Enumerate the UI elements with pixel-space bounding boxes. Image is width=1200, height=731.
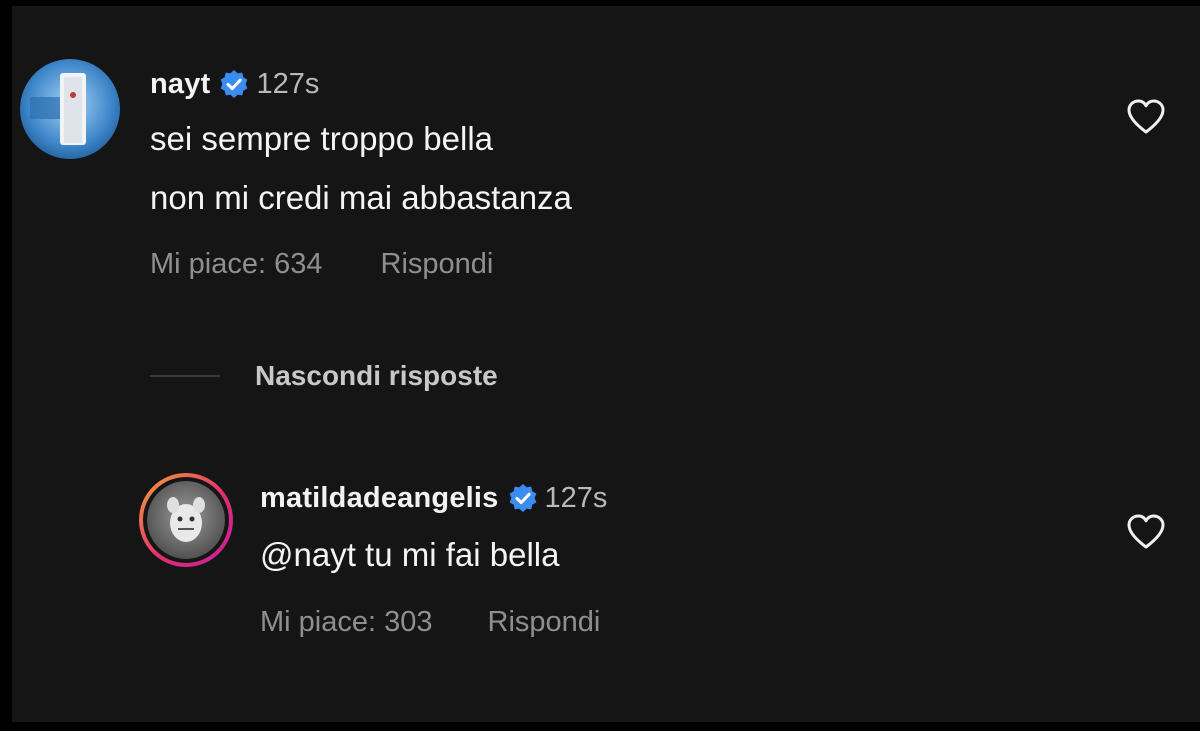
reply-time: 127s bbox=[544, 482, 608, 514]
reply-username[interactable]: matildadeangelis bbox=[260, 482, 499, 515]
avatar[interactable] bbox=[20, 59, 120, 159]
comments-panel: nayt 127s sei sempre troppo bella non mi… bbox=[12, 6, 1200, 722]
comment-likes[interactable]: Mi piace: 634 bbox=[150, 248, 323, 281]
reply-likes[interactable]: Mi piace: 303 bbox=[260, 606, 433, 639]
avatar-story-ring[interactable] bbox=[139, 473, 233, 567]
heart-icon[interactable] bbox=[1126, 99, 1166, 135]
avatar bbox=[147, 481, 225, 559]
heart-icon[interactable] bbox=[1126, 514, 1166, 550]
comment-text-line-1: sei sempre troppo bella bbox=[150, 120, 494, 157]
verified-badge-icon bbox=[221, 69, 248, 98]
hide-replies-label[interactable]: Nascondi risposte bbox=[255, 360, 498, 392]
comment-username[interactable]: nayt bbox=[150, 68, 210, 101]
verified-badge-icon bbox=[509, 483, 536, 512]
reply-text: @nayt tu mi fai bella bbox=[260, 536, 560, 573]
reply-item: matildadeangelis 127s @nayt tu mi fai be… bbox=[12, 446, 1200, 676]
comment-item: nayt 127s sei sempre troppo bella non mi… bbox=[12, 6, 1200, 306]
hide-replies-toggle[interactable]: Nascondi risposte bbox=[150, 360, 498, 392]
reply-reply-button[interactable]: Rispondi bbox=[488, 606, 601, 639]
comment-reply-button[interactable]: Rispondi bbox=[381, 248, 494, 281]
comment-time: 127s bbox=[256, 68, 320, 100]
avatar-image bbox=[20, 59, 120, 159]
comment-text-line-2: non mi credi mai abbastanza bbox=[150, 179, 572, 216]
replies-divider bbox=[150, 375, 220, 377]
